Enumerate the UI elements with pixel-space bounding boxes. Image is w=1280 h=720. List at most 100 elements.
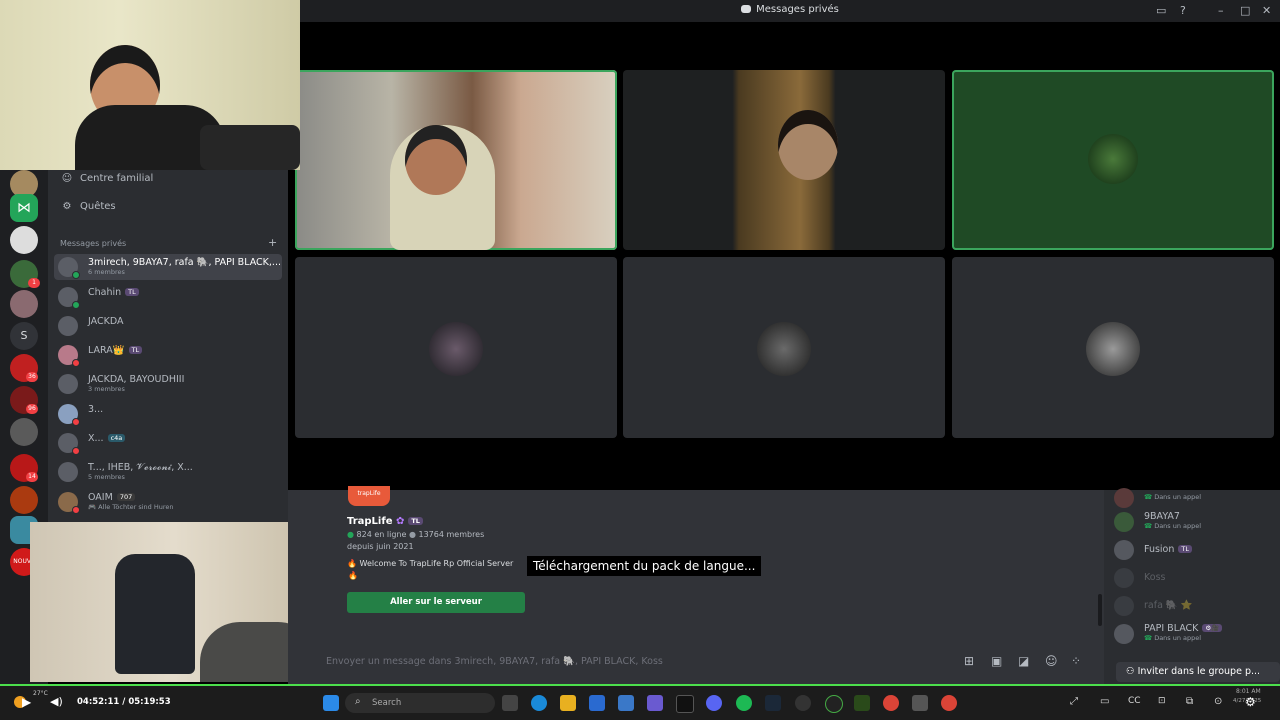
member-list: ☎ Dans un appel 9BAYA7 ☎ Dans un appel Fu… (1104, 488, 1280, 684)
settings-icon[interactable] (912, 695, 928, 711)
chrome-icon[interactable] (941, 695, 957, 711)
app-icon[interactable] (589, 695, 605, 711)
spotify-icon[interactable] (736, 695, 752, 711)
dm-name: LARA👑 TL (88, 345, 143, 356)
server-icon[interactable]: 96 (10, 386, 38, 414)
server-icon[interactable]: 1 (10, 260, 40, 288)
notification-badge: 1 (28, 278, 40, 288)
server-logo: trapLife (348, 486, 390, 506)
store-icon[interactable] (618, 695, 634, 711)
screen-icon[interactable]: ⧉ (1186, 696, 1193, 707)
video-tile-4[interactable] (295, 257, 617, 438)
video-tile-2[interactable] (623, 70, 945, 250)
server-invite-card: trapLife TrapLife ✿ TL ● 824 en ligne ● 1… (338, 486, 538, 620)
volume-icon[interactable]: ◀) (50, 695, 63, 708)
app-icon[interactable] (825, 695, 843, 713)
avatar (1114, 624, 1134, 644)
dm-item[interactable]: 3... (54, 401, 282, 427)
server-icon[interactable] (10, 418, 38, 446)
member-item[interactable]: PAPI BLACK ⚙🎥 ☎ Dans un appel (1114, 622, 1274, 646)
server-icon[interactable] (10, 486, 38, 514)
notification-badge: 96 (26, 404, 38, 414)
server-icon[interactable]: 36 (10, 354, 38, 382)
minimize-icon[interactable]: – (1218, 4, 1224, 17)
member-item[interactable]: rafa 🐘 ⭐ (1114, 594, 1274, 618)
dm-name: 3... (88, 404, 104, 415)
notification-badge: 36 (26, 372, 38, 382)
dm-item[interactable]: 3mirech, 9BAYA7, rafa 🐘, PAPI BLACK,... 6… (54, 254, 282, 280)
gift-icon[interactable]: ⊞ (964, 654, 974, 668)
dm-item[interactable]: JACKDA (54, 313, 282, 339)
message-input[interactable]: Envoyer un message dans 3mirech, 9BAYA7,… (326, 656, 663, 667)
member-item[interactable]: Fusion TL (1114, 538, 1274, 562)
member-item[interactable]: ☎ Dans un appel (1114, 486, 1274, 510)
webcam-overlay-bottom (30, 522, 318, 682)
sticker-icon[interactable]: ◪ (1018, 654, 1029, 668)
help-icon[interactable]: ? (1180, 4, 1186, 17)
member-item[interactable]: Koss (1114, 566, 1274, 590)
video-tile-5[interactable] (623, 257, 945, 438)
cast-icon[interactable]: ⊙ (1214, 696, 1222, 707)
video-tile-1[interactable] (295, 70, 617, 250)
dm-name: 3mirech, 9BAYA7, rafa 🐘, PAPI BLACK,... (88, 257, 281, 268)
inbox-icon[interactable]: ▭ (1156, 4, 1166, 17)
dm-item[interactable]: OAIM 707 🎮 Alle Töchter sind Huren (54, 489, 282, 515)
app-icon[interactable] (676, 695, 694, 713)
file-explorer-icon[interactable] (560, 695, 576, 711)
window-title: Messages privés (300, 4, 1280, 15)
miniplayer-icon[interactable]: ▭ (1100, 696, 1109, 707)
close-icon[interactable]: ✕ (1262, 4, 1271, 17)
gear-icon[interactable]: ⚙ (1245, 695, 1256, 709)
video-tile-3[interactable] (952, 70, 1274, 250)
server-icon[interactable]: 14 (10, 454, 38, 482)
chrome-icon[interactable] (883, 695, 899, 711)
app-icon[interactable] (854, 695, 870, 711)
captions-icon[interactable]: CC (1128, 696, 1141, 706)
server-icon[interactable]: S (10, 322, 38, 350)
app-icon[interactable] (795, 695, 811, 711)
search-placeholder: Search (372, 698, 402, 708)
plus-icon[interactable]: + (268, 236, 277, 249)
teams-icon[interactable] (647, 695, 663, 711)
discord-taskbar-icon[interactable] (706, 695, 722, 711)
play-icon[interactable]: ▶ (22, 695, 31, 709)
windows-start-icon[interactable] (323, 695, 339, 711)
dm-item[interactable]: X... c4a (54, 430, 282, 456)
dm-item[interactable]: JACKDA, BAYOUDHIII 3 membres (54, 371, 282, 397)
nav-quests[interactable]: ⚙ Quêtes (60, 201, 116, 212)
taskbar-search[interactable]: ⌕ Search (345, 693, 495, 713)
search-icon: ⌕ (355, 696, 361, 707)
dm-name: X... c4a (88, 433, 126, 444)
quests-icon: ⚙ (62, 201, 72, 212)
server-icon[interactable] (10, 290, 38, 318)
server-stats: ● 824 en ligne ● 13764 membres (347, 530, 485, 539)
join-server-button[interactable]: Aller sur le serveur (347, 592, 525, 613)
steam-icon[interactable] (765, 695, 781, 711)
dm-name: Chahin TL (88, 287, 139, 298)
member-item[interactable]: 9BAYA7 ☎ Dans un appel (1114, 510, 1274, 534)
guild-tag: ⚙🎥 (1202, 624, 1223, 632)
emoji-icon[interactable]: ☺ (1045, 654, 1058, 668)
gif-icon[interactable]: ▣ (991, 654, 1002, 668)
invite-to-group-button[interactable]: ⚇ Inviter dans le groupe p... (1116, 662, 1280, 682)
video-tile-6[interactable] (952, 257, 1274, 438)
dm-item[interactable]: T..., IHEB, 𝓥𝓮𝓻𝓸𝓸𝓷𝓲, X... 5 membres (54, 459, 282, 485)
server-icon[interactable]: ⋈ (10, 194, 38, 222)
network-icon[interactable]: ⊡ (1158, 696, 1166, 706)
server-icon[interactable] (10, 226, 38, 254)
dm-item[interactable]: LARA👑 TL (54, 342, 282, 368)
edge-icon[interactable] (531, 695, 547, 711)
nav-family-center[interactable]: ☺ Centre familial (60, 173, 153, 184)
task-view-icon[interactable] (502, 695, 518, 711)
participant-head (405, 125, 467, 195)
guild-tag: TL (1178, 545, 1192, 553)
server-since: depuis juin 2021 (347, 542, 414, 551)
fullscreen-icon[interactable]: ⤢ (1070, 696, 1078, 707)
participant-avatar (1086, 322, 1140, 376)
maximize-icon[interactable]: □ (1240, 4, 1250, 17)
member-name: 9BAYA7 (1144, 511, 1180, 522)
scrollbar[interactable] (1098, 594, 1102, 626)
apps-icon[interactable]: ⁘ (1071, 654, 1081, 668)
dm-item[interactable]: Chahin TL (54, 284, 282, 310)
guild-tag: TL (125, 288, 139, 296)
